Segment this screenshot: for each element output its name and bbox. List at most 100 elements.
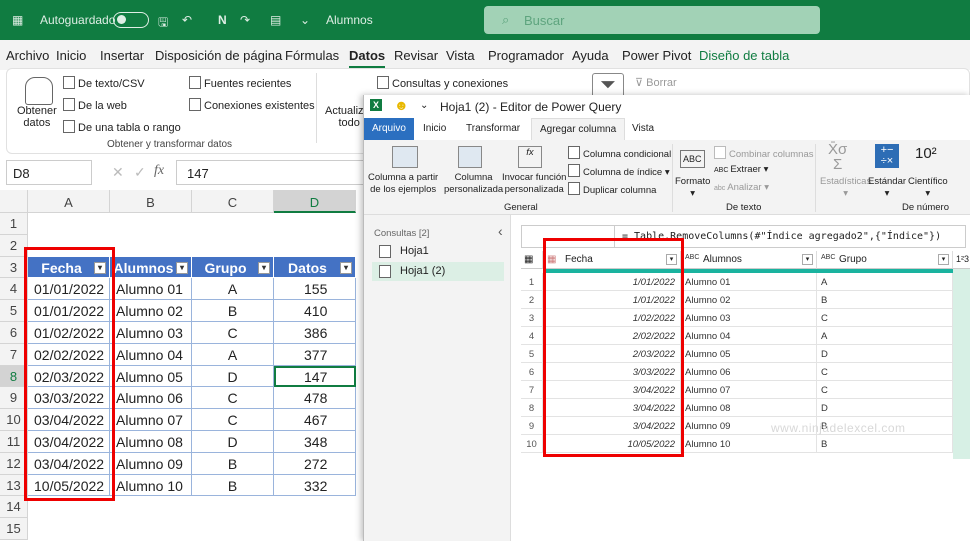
- autosave-toggle[interactable]: [113, 12, 149, 28]
- tab-power-pivot[interactable]: Power Pivot: [622, 48, 691, 63]
- table-cell[interactable]: 147: [274, 365, 356, 388]
- get-data-button[interactable]: Obtener datos: [17, 105, 57, 129]
- table-cell[interactable]: Alumno 10: [681, 435, 817, 453]
- table-cell[interactable]: 348: [274, 431, 356, 453]
- form-icon[interactable]: ▤: [270, 13, 281, 27]
- table-cell[interactable]: A: [817, 327, 953, 345]
- filter-dropdown-icon[interactable]: ▾: [176, 261, 188, 274]
- pq-tab-inicio[interactable]: Inicio: [423, 123, 446, 134]
- row-header-8[interactable]: 8: [0, 365, 28, 388]
- text-type-icon[interactable]: ABC: [821, 254, 835, 261]
- format-button[interactable]: Formato ▾: [675, 176, 710, 200]
- table-cell[interactable]: 01/01/2022: [28, 278, 110, 301]
- row-header-14[interactable]: 14: [0, 496, 28, 519]
- table-cell[interactable]: A: [192, 278, 274, 301]
- query-item[interactable]: Hoja1: [372, 242, 504, 261]
- recent-sources-button[interactable]: Fuentes recientes: [189, 76, 291, 90]
- table-cell[interactable]: Alumno 05: [681, 345, 817, 363]
- custom-column-button[interactable]: Columna personalizada: [444, 172, 503, 196]
- tab-revisar[interactable]: Revisar: [394, 48, 438, 63]
- from-table-button[interactable]: De una tabla o rango: [63, 120, 181, 134]
- table-header-cell[interactable]: Datos ▾: [274, 256, 356, 279]
- pq-tab-transformar[interactable]: Transformar: [466, 123, 520, 134]
- row-header-6[interactable]: 6: [0, 322, 28, 344]
- text-type-icon[interactable]: ABC: [685, 254, 699, 261]
- table-cell[interactable]: Alumno 03: [110, 322, 192, 344]
- existing-connections-button[interactable]: Conexiones existentes: [189, 98, 315, 112]
- table-cell[interactable]: Alumno 01: [110, 278, 192, 301]
- query-item-selected[interactable]: Hoja1 (2): [372, 262, 504, 281]
- tab-f-rmulas[interactable]: Fórmulas: [285, 48, 339, 63]
- row-header-9[interactable]: 9: [0, 387, 28, 410]
- index-column-button[interactable]: Columna de índice ▾: [568, 164, 670, 179]
- duplicate-column-button[interactable]: Duplicar columna: [568, 182, 656, 197]
- table-cell[interactable]: B: [817, 435, 953, 453]
- customize-icon[interactable]: ⌄: [420, 100, 428, 111]
- table-cell[interactable]: 410: [274, 300, 356, 322]
- table-cell[interactable]: Alumno 08: [681, 399, 817, 417]
- table-cell[interactable]: B: [192, 452, 274, 475]
- table-cell[interactable]: Alumno 03: [681, 309, 817, 327]
- filter-dropdown-icon[interactable]: ▾: [666, 254, 677, 265]
- search-box[interactable]: ⌕ Buscar: [484, 6, 820, 34]
- filter-dropdown-icon[interactable]: ▾: [258, 261, 270, 274]
- table-cell[interactable]: 03/03/2022: [28, 387, 110, 410]
- column-header-alumnos[interactable]: ABC Alumnos ▾: [681, 251, 817, 269]
- tab-ayuda[interactable]: Ayuda: [572, 48, 609, 63]
- table-cell[interactable]: B: [817, 291, 953, 309]
- redo-icon[interactable]: ↷: [240, 13, 250, 27]
- table-cell[interactable]: Alumno 06: [681, 363, 817, 381]
- column-header-A[interactable]: A: [28, 190, 110, 213]
- table-cell[interactable]: D: [817, 345, 953, 363]
- table-cell[interactable]: Alumno 07: [681, 381, 817, 399]
- merge-columns-button[interactable]: Combinar columnas: [714, 146, 813, 161]
- table-cell[interactable]: 3/04/2022: [543, 417, 681, 435]
- table-cell[interactable]: C: [192, 387, 274, 410]
- table-cell[interactable]: Alumno 01: [681, 273, 817, 291]
- table-cell[interactable]: Alumno 04: [110, 343, 192, 366]
- table-cell[interactable]: D: [817, 399, 953, 417]
- smiley-icon[interactable]: ☻: [394, 97, 409, 113]
- table-cell[interactable]: C: [192, 322, 274, 344]
- table-cell[interactable]: 1/02/2022: [543, 309, 681, 327]
- table-cell[interactable]: D: [192, 365, 274, 388]
- table-cell[interactable]: 10/05/2022: [28, 474, 110, 497]
- table-cell[interactable]: B: [192, 474, 274, 497]
- tab-archivo[interactable]: Archivo: [6, 48, 49, 63]
- table-cell[interactable]: 155: [274, 278, 356, 301]
- table-cell[interactable]: Alumno 06: [110, 387, 192, 410]
- table-cell[interactable]: 478: [274, 387, 356, 410]
- table-cell[interactable]: Alumno 05: [110, 365, 192, 388]
- invoke-function-button[interactable]: Invocar función personalizada: [502, 172, 566, 196]
- formula-bar[interactable]: 147: [176, 160, 376, 185]
- row-header-4[interactable]: 4: [0, 278, 28, 301]
- cancel-icon[interactable]: ✕: [112, 164, 124, 181]
- row-header-5[interactable]: 5: [0, 300, 28, 322]
- row-header-3[interactable]: 3: [0, 256, 28, 279]
- column-header-grupo[interactable]: ABC Grupo ▾: [817, 251, 953, 269]
- table-cell[interactable]: 01/02/2022: [28, 322, 110, 344]
- table-cell[interactable]: 03/04/2022: [28, 409, 110, 431]
- filter-dropdown-icon[interactable]: ▾: [938, 254, 949, 265]
- table-cell[interactable]: Alumno 09: [110, 452, 192, 475]
- table-cell[interactable]: 386: [274, 322, 356, 344]
- table-cell[interactable]: 03/04/2022: [28, 452, 110, 475]
- pq-tab-vista[interactable]: Vista: [632, 123, 654, 134]
- conditional-column-button[interactable]: Columna condicional: [568, 146, 671, 161]
- pq-tab-arquivo[interactable]: Arquivo: [364, 118, 414, 140]
- table-cell[interactable]: 02/02/2022: [28, 343, 110, 366]
- table-cell[interactable]: Alumno 08: [110, 431, 192, 453]
- workbook-name[interactable]: Alumnos: [326, 13, 373, 27]
- table-cell[interactable]: Alumno 02: [110, 300, 192, 322]
- tab-vista[interactable]: Vista: [446, 48, 475, 63]
- number-type-column[interactable]: 1²3: [953, 251, 970, 269]
- row-header-13[interactable]: 13: [0, 474, 28, 497]
- tab-datos[interactable]: Datos: [349, 48, 386, 69]
- table-menu-icon[interactable]: ▦: [521, 251, 543, 269]
- table-cell[interactable]: A: [192, 343, 274, 366]
- table-cell[interactable]: 2/02/2022: [543, 327, 681, 345]
- table-cell[interactable]: 3/04/2022: [543, 399, 681, 417]
- extract-button[interactable]: ABC Extraer ▾: [714, 164, 768, 177]
- table-cell[interactable]: 01/01/2022: [28, 300, 110, 322]
- table-cell[interactable]: Alumno 04: [681, 327, 817, 345]
